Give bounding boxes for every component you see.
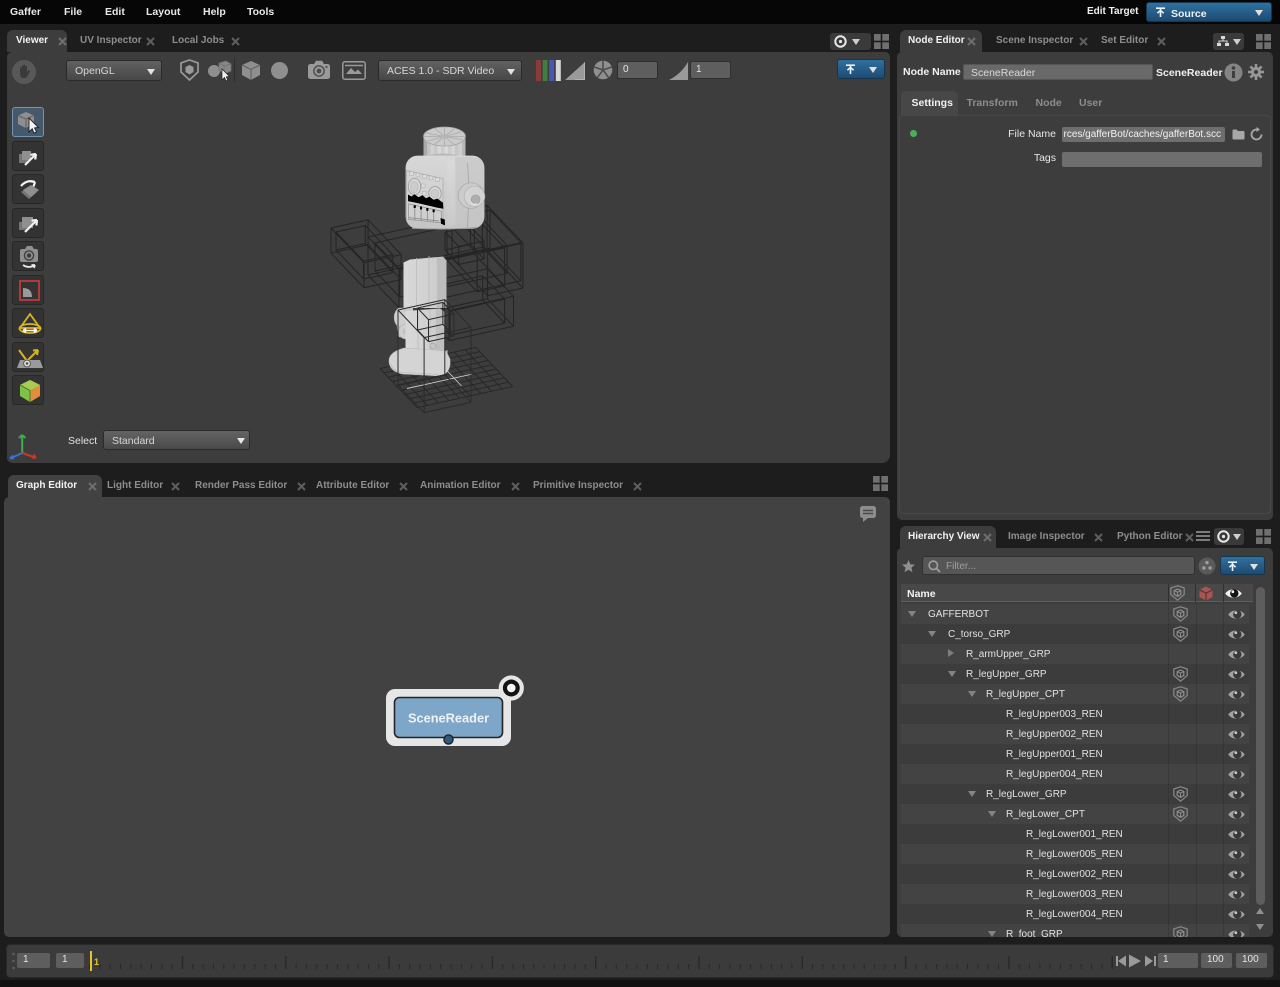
svg-text:SceneReader: SceneReader xyxy=(408,711,489,726)
